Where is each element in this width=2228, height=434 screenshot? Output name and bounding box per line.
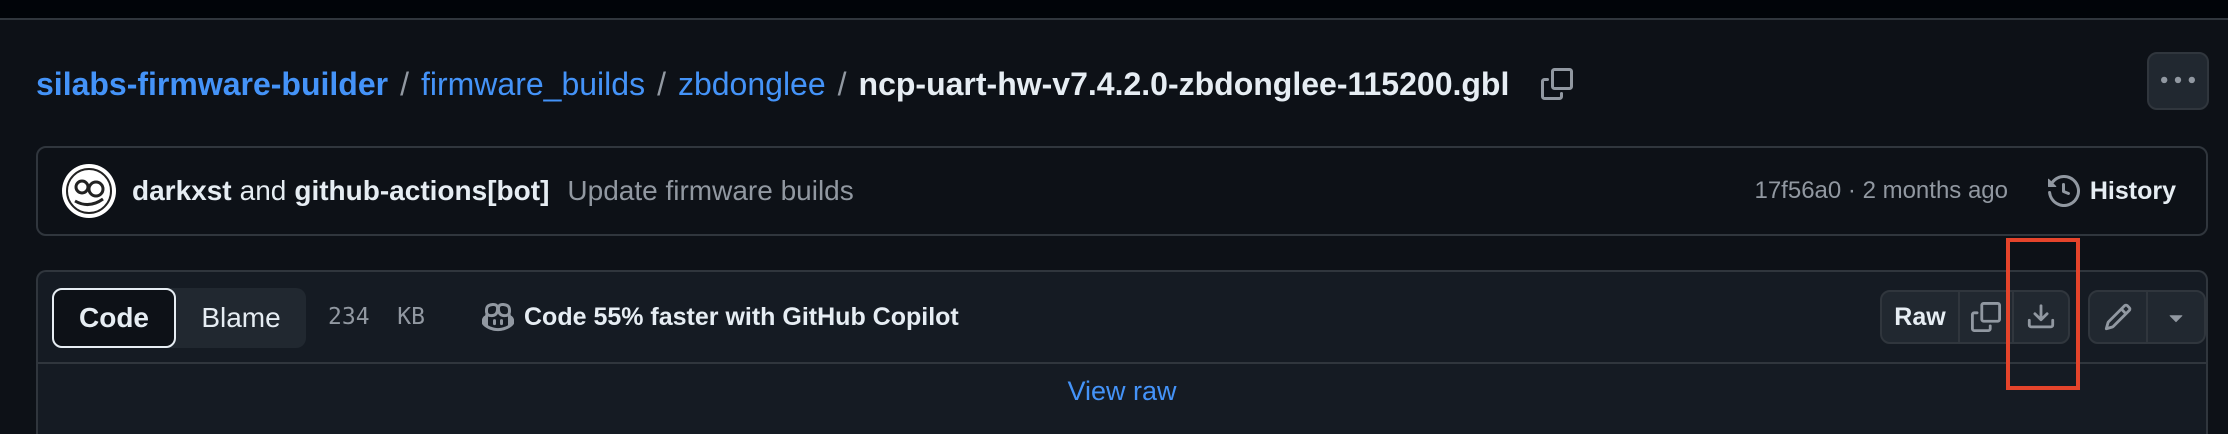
file-size: 234 KB: [328, 304, 425, 330]
more-options-button[interactable]: [2147, 52, 2209, 110]
edit-actions-group: [2088, 290, 2206, 344]
breadcrumb-folder-link[interactable]: firmware_builds: [421, 66, 645, 103]
commit-authors: darkxst and github-actions[bot]: [132, 175, 549, 207]
breadcrumb: silabs-firmware-builder / firmware_build…: [36, 60, 1577, 108]
triangle-down-icon: [2169, 315, 2183, 323]
tab-blame[interactable]: Blame: [176, 288, 306, 348]
avatar-image: [66, 168, 112, 214]
copy-icon: [1971, 302, 2001, 332]
breadcrumb-subfolder-link[interactable]: zbdonglee: [678, 66, 826, 103]
commit-message-link[interactable]: Update firmware builds: [567, 175, 853, 207]
edit-more-dropdown[interactable]: [2148, 292, 2204, 342]
avatar[interactable]: [62, 164, 116, 218]
file-header: Code Blame 234 KB Code 55% faster with G…: [38, 272, 2206, 364]
copilot-icon: [482, 302, 514, 332]
annotation-highlight-box: [2006, 238, 2080, 390]
copilot-promo-link[interactable]: Code 55% faster with GitHub Copilot: [482, 272, 959, 362]
history-icon: [2047, 175, 2080, 207]
authors-conjunction: and: [239, 175, 287, 206]
view-raw-link[interactable]: View raw: [38, 364, 2206, 418]
commit-meta[interactable]: 17f56a0 · 2 months ago: [1754, 148, 2008, 234]
breadcrumb-separator: /: [837, 65, 847, 102]
latest-commit-box: darkxst and github-actions[bot] Update fir…: [36, 146, 2208, 236]
view-mode-toggle: Code Blame: [52, 288, 306, 348]
history-label: History: [2089, 176, 2176, 205]
copy-path-button[interactable]: [1537, 64, 1577, 104]
breadcrumb-repo-link[interactable]: silabs-firmware-builder: [36, 66, 388, 103]
edit-file-button[interactable]: [2090, 292, 2148, 342]
copy-icon: [1541, 68, 1574, 100]
raw-button[interactable]: Raw: [1882, 292, 1960, 342]
tab-code[interactable]: Code: [52, 288, 176, 348]
author-link[interactable]: github-actions[bot]: [294, 175, 549, 206]
history-button[interactable]: History: [2047, 148, 2176, 234]
top-header-bar: [0, 0, 2228, 20]
author-link[interactable]: darkxst: [132, 175, 232, 206]
kebab-horizontal-icon: [2161, 76, 2195, 84]
file-viewer: Code Blame 234 KB Code 55% faster with G…: [36, 270, 2208, 434]
copilot-promo-text: Code 55% faster with GitHub Copilot: [524, 302, 959, 331]
breadcrumb-separator: /: [400, 65, 409, 102]
breadcrumb-current-file: ncp-uart-hw-v7.4.2.0-zbdonglee-115200.gb…: [858, 65, 1510, 102]
breadcrumb-separator: /: [657, 65, 666, 102]
pencil-icon: [2104, 303, 2132, 331]
